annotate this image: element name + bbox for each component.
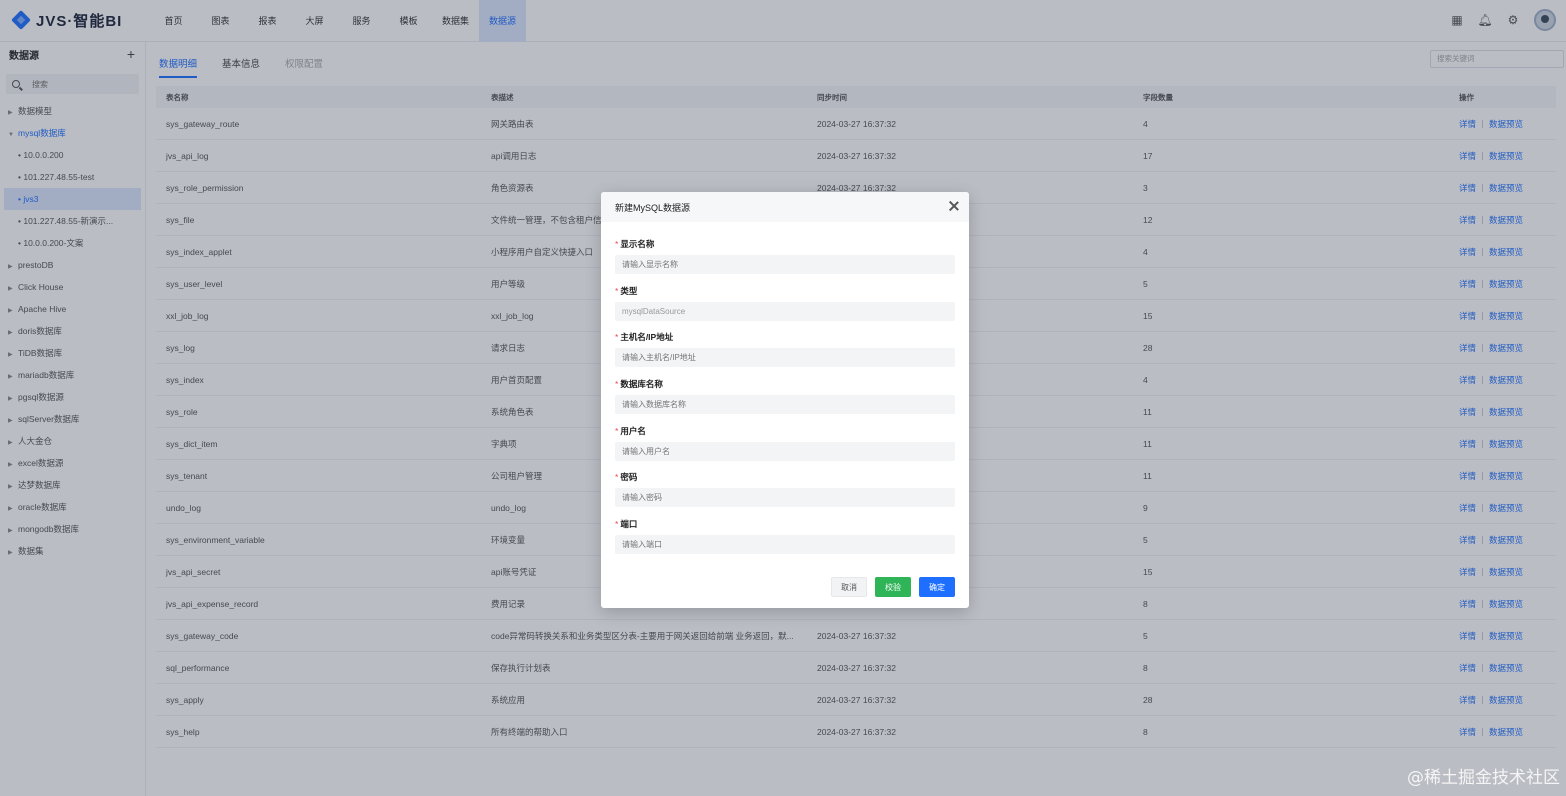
field-label-text: 数据库名称 (620, 379, 663, 390)
required-mark: * (615, 379, 619, 390)
validate-button[interactable]: 校验 (875, 577, 911, 597)
field-label-text: 密码 (620, 472, 638, 483)
field-label-text: 显示名称 (620, 239, 655, 249)
field-label-text: 主机名/IP地址 (620, 332, 674, 343)
form-field: * 主机名/IP地址 (615, 331, 955, 378)
field-label-text: 类型 (620, 285, 638, 296)
new-mysql-datasource-dialog: 新建MySQL数据源 *显示名称*类型*主机名/IP地址*数据库名称*用户名*密… (601, 192, 969, 608)
required-mark: * (615, 519, 619, 530)
required-mark: * (615, 285, 619, 296)
cancel-button[interactable]: 取消 (831, 577, 867, 597)
required-mark: * (615, 472, 619, 483)
field-label-text: 端口 (620, 519, 638, 530)
confirm-button[interactable]: 确定 (919, 577, 955, 597)
field-input[interactable] (615, 348, 955, 368)
form-field: * 用户名 (615, 425, 955, 472)
close-icon[interactable] (947, 199, 961, 213)
form-field: * 显示名称 (615, 238, 955, 285)
field-label: * 端口 (615, 518, 955, 531)
field-input[interactable] (615, 395, 955, 415)
field-label: * 显示名称 (615, 238, 955, 251)
form-field: * 数据库名称 (615, 378, 955, 425)
field-label: * 类型 (615, 285, 955, 298)
field-input[interactable] (615, 488, 955, 508)
form-field: * 密码 (615, 471, 955, 518)
datasource-form: *显示名称*类型*主机名/IP地址*数据库名称*用户名*密码*端口 (601, 222, 969, 565)
dialog-header: 新建MySQL数据源 (601, 192, 969, 222)
required-mark: * (615, 425, 619, 436)
field-input[interactable] (615, 535, 955, 555)
field-label: * 用户名 (615, 425, 955, 438)
field-label: * 主机名/IP地址 (615, 331, 955, 344)
form-field: * 端口 (615, 518, 955, 565)
watermark: @稀土掘金技术社区 (1407, 768, 1560, 788)
field-input[interactable] (615, 441, 955, 461)
required-mark: * (615, 332, 619, 343)
required-mark: * (615, 239, 619, 249)
dialog-title: 新建MySQL数据源 (615, 202, 691, 213)
field-label: * 数据库名称 (615, 378, 955, 391)
field-label-text: 用户名 (620, 425, 646, 436)
field-input[interactable] (615, 255, 955, 274)
form-field: * 类型 (615, 285, 955, 332)
field-input[interactable] (615, 301, 955, 321)
dialog-footer: 取消 校验 确定 (831, 577, 955, 597)
field-label: * 密码 (615, 471, 955, 484)
